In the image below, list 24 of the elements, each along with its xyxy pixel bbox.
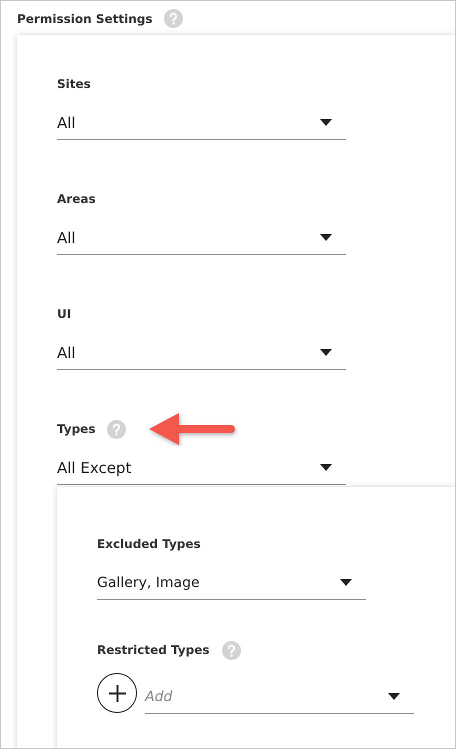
field-label: Restricted Types bbox=[97, 643, 210, 657]
caret-icon bbox=[320, 464, 332, 471]
caret-icon bbox=[320, 349, 332, 356]
caret-icon bbox=[340, 579, 352, 586]
field-label: Sites bbox=[57, 77, 91, 91]
caret-icon bbox=[388, 693, 400, 700]
select-field[interactable]: All bbox=[57, 336, 346, 370]
help-icon[interactable] bbox=[222, 640, 240, 660]
select-field[interactable]: All bbox=[57, 221, 346, 255]
help-icon[interactable] bbox=[164, 9, 184, 28]
add-field[interactable]: Add bbox=[145, 680, 414, 714]
caret-icon bbox=[320, 119, 332, 126]
field-label: Excluded Types bbox=[97, 537, 201, 551]
help-icon[interactable] bbox=[107, 420, 126, 438]
select-field[interactable]: Gallery, Image bbox=[97, 566, 366, 600]
section-title: Permission Settings bbox=[17, 12, 152, 26]
field-label: Areas bbox=[57, 192, 96, 206]
select-field[interactable]: All Except bbox=[57, 451, 346, 485]
select-field[interactable]: All bbox=[57, 106, 346, 140]
add-button[interactable] bbox=[97, 673, 137, 713]
field-label: UI bbox=[57, 307, 72, 321]
plus-icon bbox=[108, 684, 126, 702]
caret-icon bbox=[320, 234, 332, 241]
field-label: Types bbox=[57, 422, 96, 436]
